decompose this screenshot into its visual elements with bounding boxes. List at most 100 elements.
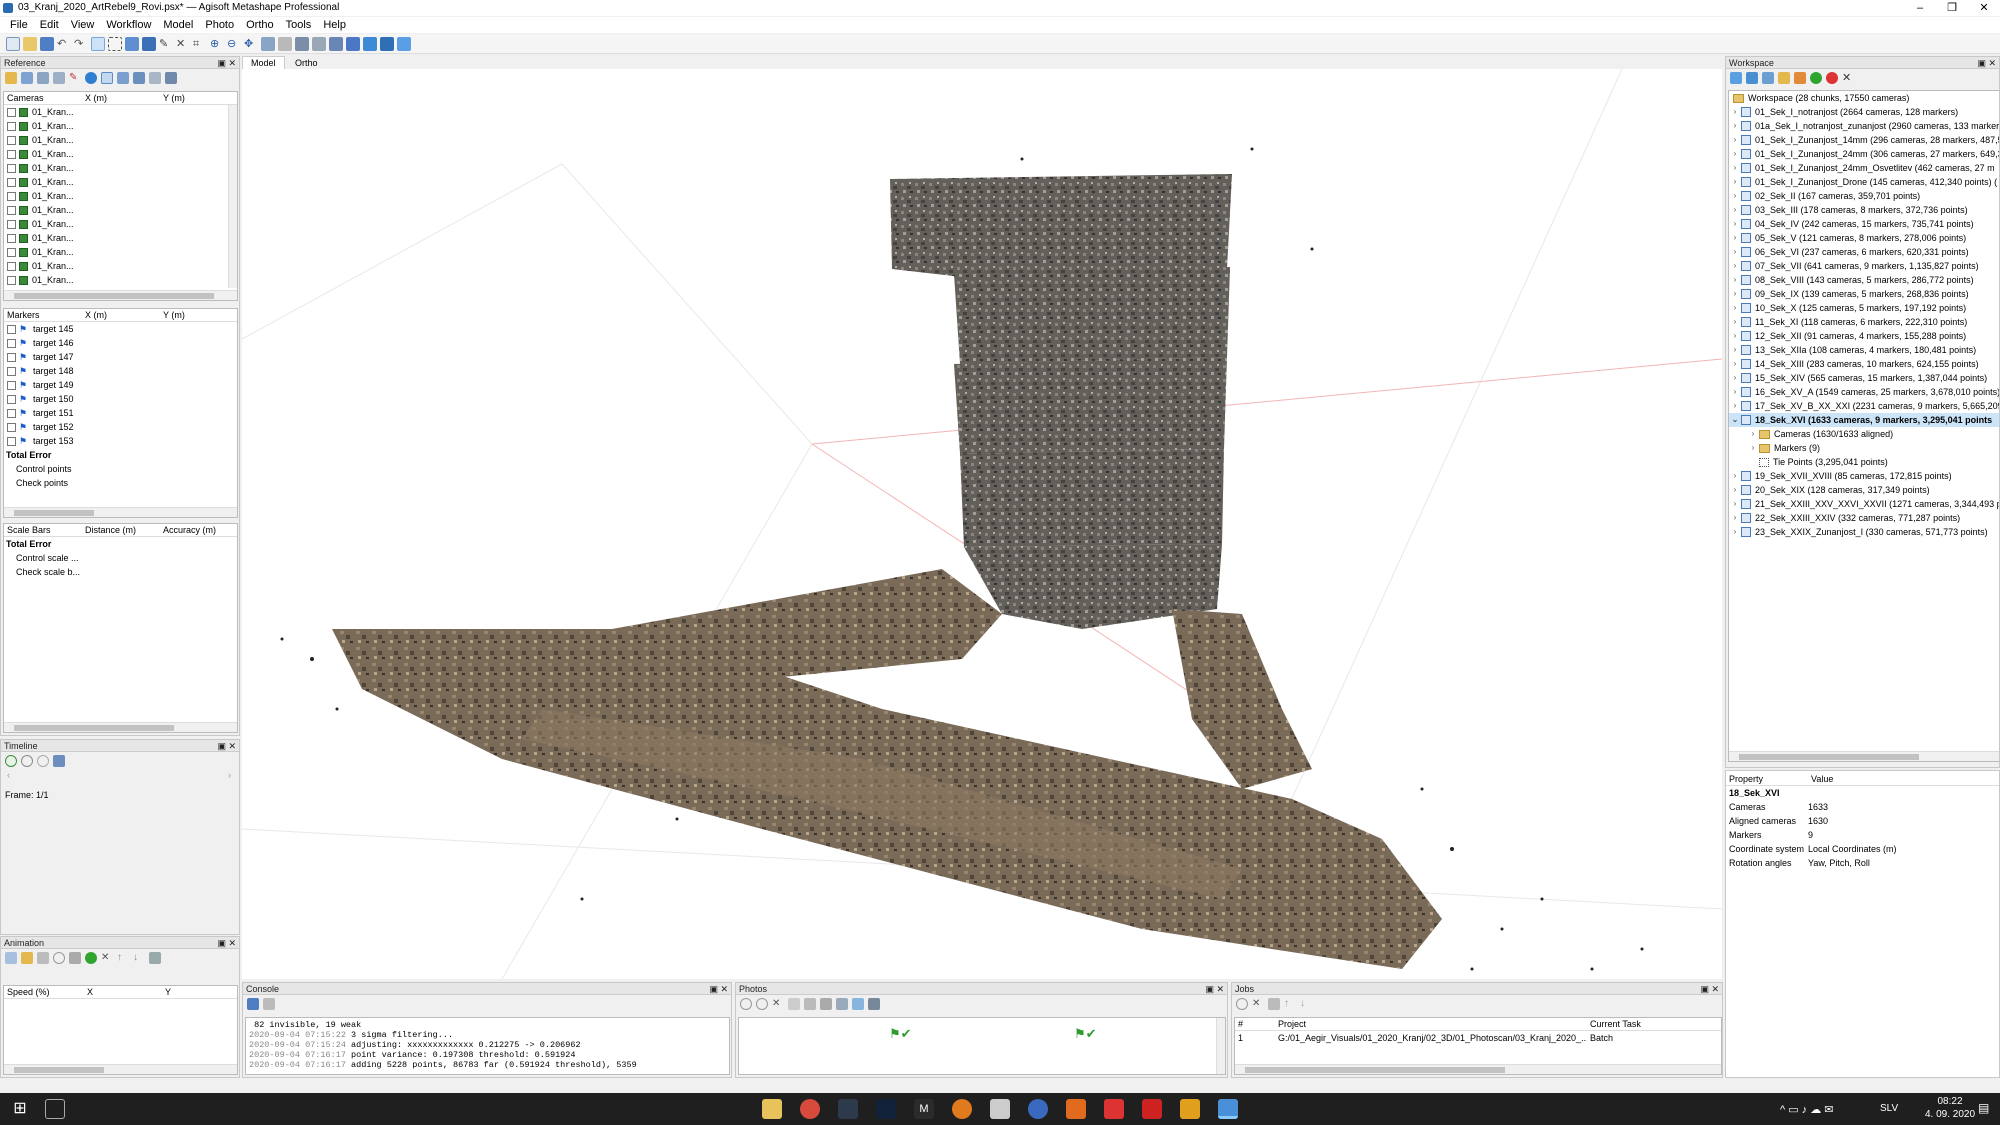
col-header[interactable]: Scale Bars (4, 524, 82, 536)
chunk-item[interactable]: › 12_Sek_XII (91 cameras, 4 markers, 155,… (1729, 329, 1999, 343)
marker-row[interactable]: ⚑ target 145 (4, 322, 237, 336)
start-icon[interactable]: ⊞ (10, 1099, 30, 1119)
horizontal-scrollbar[interactable] (4, 722, 237, 732)
open-track-icon[interactable] (21, 952, 33, 964)
camera-row[interactable]: 01_Kran... (4, 119, 237, 133)
expand-arrow-icon[interactable]: › (1729, 161, 1741, 175)
marker-row[interactable]: ⚑ target 150 (4, 392, 237, 406)
expand-arrow-icon[interactable]: › (1729, 217, 1741, 231)
minimize-button[interactable]: – (1904, 0, 1936, 16)
chunk-item[interactable]: › 17_Sek_XV_B_XX_XXI (2231 cameras, 9 mar… (1729, 399, 1999, 413)
col-header[interactable]: Y (m) (160, 309, 230, 321)
camera-row[interactable]: 01_Kran... (4, 245, 237, 259)
checkbox[interactable] (7, 422, 16, 432)
save-log-icon[interactable] (247, 998, 259, 1010)
horizontal-scrollbar[interactable] (4, 290, 237, 300)
pane-close-icon[interactable]: ▣ ✕ (1700, 983, 1719, 995)
expand-arrow-icon[interactable]: › (1729, 189, 1741, 203)
convert-icon[interactable] (37, 72, 49, 84)
expand-arrow-icon[interactable]: › (1729, 385, 1741, 399)
expand-arrow-icon[interactable]: › (1729, 357, 1741, 371)
chunk-item[interactable]: › 15_Sek_XIV (565 cameras, 15 markers, 1,… (1729, 371, 1999, 385)
col-header[interactable]: Y (162, 986, 232, 998)
checkbox[interactable] (7, 275, 16, 285)
camera-row[interactable]: 01_Kran... (4, 231, 237, 245)
chunk-item[interactable]: › 20_Sek_XIX (128 cameras, 317,349 points… (1729, 483, 1999, 497)
camera-row[interactable]: 01_Kran... (4, 147, 237, 161)
chunk-item[interactable]: › 01_Sek_I_notranjost (2664 cameras, 128 … (1729, 105, 1999, 119)
edit-icon[interactable]: ✎ (69, 72, 81, 84)
add-folder-icon[interactable] (1762, 72, 1774, 84)
expand-arrow-icon[interactable]: › (1729, 273, 1741, 287)
col-header[interactable]: # (1235, 1018, 1275, 1030)
orthomosaic-icon[interactable] (397, 36, 411, 51)
photos-grid[interactable]: ⚑✔ ⚑✔ (738, 1017, 1226, 1075)
checkbox[interactable] (7, 338, 16, 348)
undo-icon[interactable]: ↶ (57, 37, 71, 51)
chunk-item[interactable]: › 21_Sek_XXIII_XXV_XXVI_XXVII (1271 camer… (1729, 497, 1999, 511)
export-icon[interactable] (21, 72, 33, 84)
col-header[interactable]: Value (1808, 773, 1958, 785)
photoshop-icon[interactable] (876, 1099, 896, 1119)
rotate-left-icon[interactable] (740, 998, 752, 1010)
pane-close-icon[interactable]: ▣ ✕ (217, 740, 236, 752)
expand-arrow-icon[interactable]: › (1729, 469, 1741, 483)
chunk-item[interactable]: › 16_Sek_XV_A (1549 cameras, 25 markers, … (1729, 385, 1999, 399)
col-header[interactable]: Speed (%) (4, 986, 84, 998)
chunk-item[interactable]: › 23_Sek_XXIX_Zunanjost_I (330 cameras, 5… (1729, 525, 1999, 539)
marker-row[interactable]: ⚑ target 151 (4, 406, 237, 420)
marker-row[interactable]: ⚑ target 148 (4, 364, 237, 378)
zoom-in-icon[interactable]: ⊕ (210, 37, 224, 51)
checkbox[interactable] (7, 121, 16, 131)
chunk-item[interactable]: › 19_Sek_XVII_XVIII (85 cameras, 172,815 … (1729, 469, 1999, 483)
marker-row[interactable]: ⚑ target 147 (4, 350, 237, 364)
chunk-item[interactable]: › 13_Sek_XIIa (108 cameras, 4 markers, 18… (1729, 343, 1999, 357)
language-indicator[interactable]: SLV (1880, 1103, 1898, 1114)
task-view-icon[interactable] (45, 1099, 65, 1119)
checkbox[interactable] (7, 233, 16, 243)
checkbox[interactable] (7, 261, 16, 271)
open-icon[interactable] (23, 36, 37, 51)
chunk-item[interactable]: › 14_Sek_XIII (283 cameras, 10 markers, 6… (1729, 357, 1999, 371)
chunk-item[interactable]: › 03_Sek_III (178 cameras, 8 markers, 372… (1729, 203, 1999, 217)
chrome-icon[interactable] (800, 1099, 820, 1119)
col-header[interactable]: Accuracy (m) (160, 524, 235, 536)
checkbox[interactable] (7, 149, 16, 159)
job-up-icon[interactable]: ↑ (1284, 998, 1296, 1010)
app-icon[interactable] (1142, 1099, 1162, 1119)
redo-icon[interactable]: ↷ (74, 37, 88, 51)
new-track-icon[interactable] (5, 952, 17, 964)
camera-row[interactable]: 01_Kran... (4, 161, 237, 175)
checkbox[interactable] (7, 352, 16, 362)
blender-icon[interactable] (952, 1099, 972, 1119)
view-estimated-icon[interactable] (117, 72, 129, 84)
play-icon[interactable] (5, 755, 17, 767)
disable-icon[interactable] (1826, 72, 1838, 84)
col-header[interactable]: Y (m) (160, 92, 230, 104)
col-header[interactable]: Current Task (1587, 1018, 1707, 1030)
expand-arrow-icon[interactable]: › (1729, 315, 1741, 329)
expand-arrow-icon[interactable]: › (1729, 231, 1741, 245)
clock-time[interactable]: 08:22 (1920, 1096, 1980, 1107)
app-icon[interactable] (990, 1099, 1010, 1119)
expand-arrow-icon[interactable]: › (1729, 203, 1741, 217)
expand-arrow-icon[interactable]: › (1729, 371, 1741, 385)
checkbox[interactable] (7, 191, 16, 201)
chunk-item[interactable]: › 04_Sek_IV (242 cameras, 15 markers, 735… (1729, 217, 1999, 231)
zoom-out-icon[interactable]: ⊖ (227, 37, 241, 51)
camera-row[interactable]: 01_Kran... (4, 105, 237, 119)
model-viewport[interactable] (242, 69, 1722, 979)
chunk-item[interactable]: › 22_Sek_XXIII_XXIV (332 cameras, 771,287… (1729, 511, 1999, 525)
timeline-settings-icon[interactable] (53, 755, 65, 767)
save-icon[interactable] (40, 36, 54, 51)
vertical-scrollbar[interactable] (1216, 1018, 1225, 1074)
rotate-right-icon[interactable] (756, 998, 768, 1010)
camera-row[interactable]: 01_Kran... (4, 189, 237, 203)
expand-arrow-icon[interactable]: › (1729, 497, 1741, 511)
expand-arrow-icon[interactable]: › (1729, 511, 1741, 525)
markers-icon[interactable] (346, 36, 360, 51)
checkbox[interactable] (7, 366, 16, 376)
import-chunk-icon[interactable] (1778, 72, 1790, 84)
cameras-node[interactable]: › Cameras (1630/1633 aligned) (1729, 427, 1999, 441)
chunk-item[interactable]: › 08_Sek_VIII (143 cameras, 5 markers, 28… (1729, 273, 1999, 287)
